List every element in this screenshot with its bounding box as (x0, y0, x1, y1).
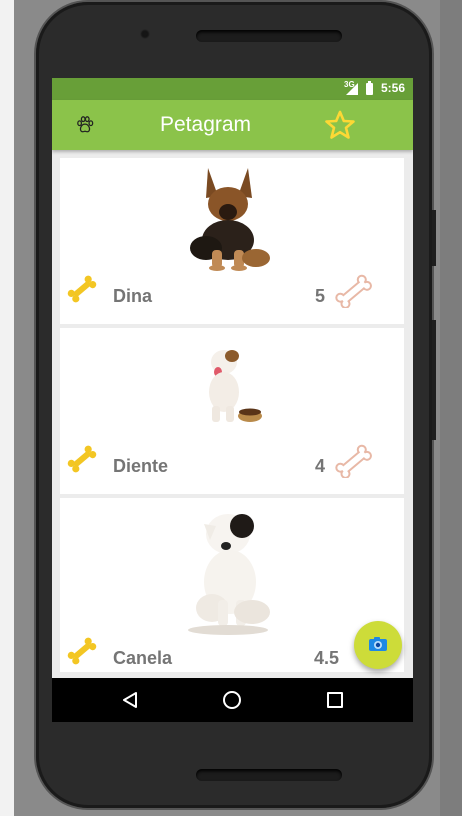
status-time: 5:56 (380, 81, 405, 95)
camera-fab[interactable] (354, 621, 402, 669)
app-title: Petagram (160, 113, 252, 136)
pet-photo (198, 346, 268, 426)
app-bar: Petagram (52, 100, 413, 150)
device-screen: 3G 5:56 Petagram Dina 5 Diente 4 Canela … (52, 78, 413, 722)
pet-name: Diente (113, 456, 169, 476)
front-camera (140, 29, 150, 39)
pet-rating: 4 (315, 456, 326, 476)
bone-icon[interactable] (65, 636, 99, 666)
pet-card: Diente 4 (60, 328, 404, 494)
pet-card: Canela 4.5 (60, 498, 404, 672)
signal-icon (346, 83, 358, 95)
pet-rating: 5 (315, 286, 326, 306)
pet-card: Dina 5 (60, 158, 404, 324)
home-icon[interactable] (223, 691, 241, 709)
recents-icon[interactable] (327, 692, 343, 708)
navigation-bar (52, 678, 413, 722)
bone-rating-icon (335, 444, 372, 478)
camera-icon (369, 637, 387, 651)
pet-list[interactable]: Dina 5 Diente 4 Canela 4.5 (52, 154, 413, 674)
power-button[interactable] (432, 210, 436, 266)
bottom-speaker (196, 769, 342, 781)
desktop-background (0, 0, 14, 816)
bone-icon[interactable] (65, 274, 99, 304)
back-icon[interactable] (122, 691, 138, 709)
paw-icon[interactable] (76, 116, 94, 134)
star-icon[interactable] (324, 109, 356, 141)
pet-rating: 4.5 (314, 648, 340, 668)
earpiece-speaker (196, 30, 342, 42)
battery-icon (366, 81, 373, 95)
status-bar: 3G 5:56 (52, 78, 413, 100)
desktop-background-right (440, 0, 462, 816)
bone-icon[interactable] (65, 444, 99, 474)
pet-photo (164, 504, 298, 638)
bone-rating-icon (335, 274, 372, 308)
pet-photo (176, 162, 288, 272)
pet-name: Dina (113, 286, 153, 306)
pet-name: Canela (113, 648, 173, 668)
volume-button[interactable] (432, 320, 436, 440)
